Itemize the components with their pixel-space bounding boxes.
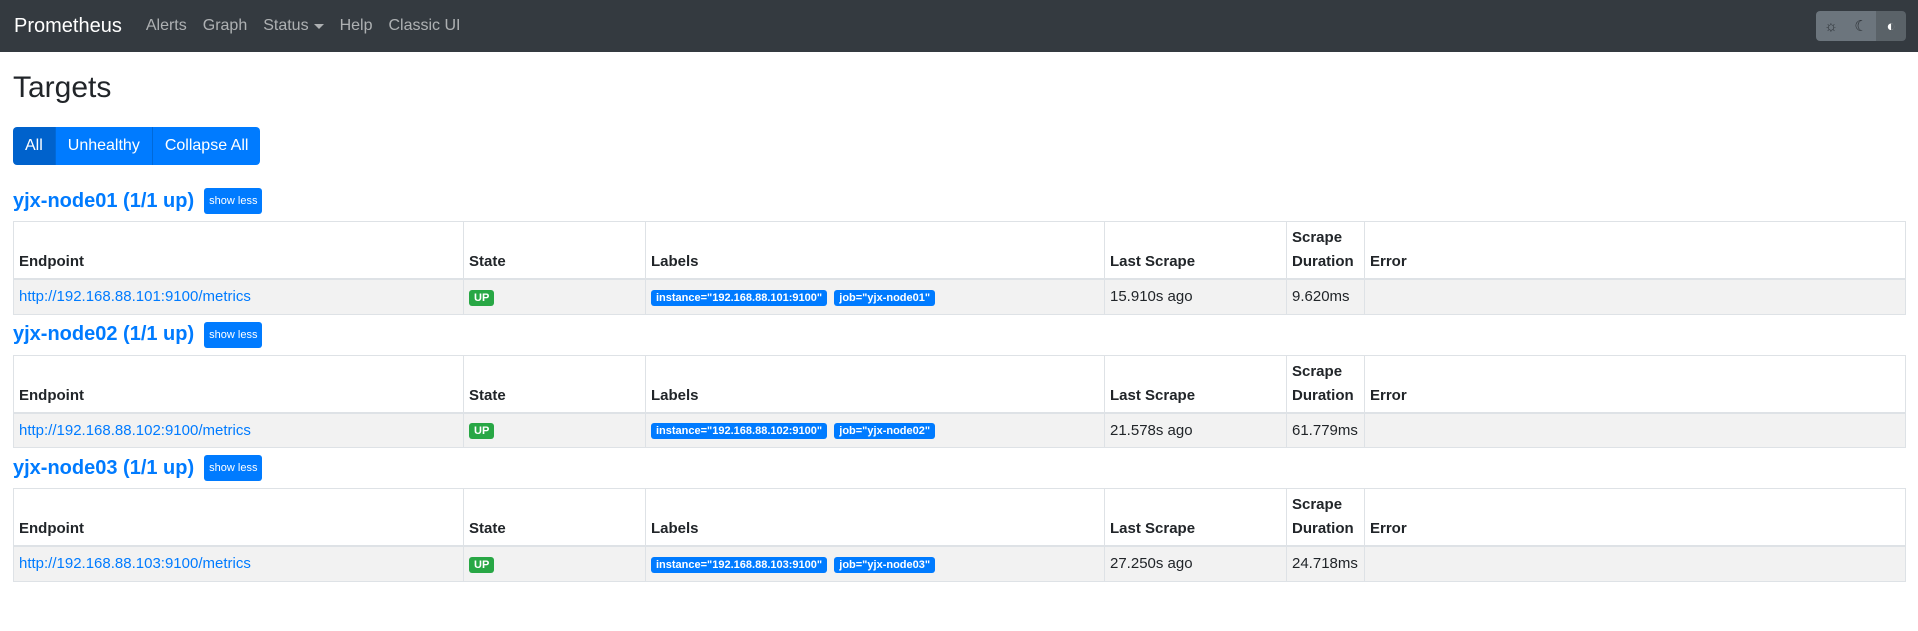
state-cell: UP	[463, 545, 646, 582]
last-scrape-cell: 15.910s ago	[1104, 278, 1287, 315]
state-cell: UP	[463, 412, 646, 448]
auto-theme-button[interactable]: ◐	[1876, 11, 1906, 41]
col-last-scrape: Last Scrape	[1104, 488, 1287, 547]
filter-unhealthy-button[interactable]: Unhealthy	[55, 127, 153, 165]
col-last-scrape: Last Scrape	[1104, 221, 1287, 280]
endpoint-link[interactable]: http://192.168.88.101:9100/metrics	[19, 288, 251, 305]
scrape-pool: yjx-node03 (1/1 up) show less Endpoint S…	[13, 452, 1906, 582]
label-badge-instance: instance="192.168.88.102:9100"	[651, 423, 828, 440]
col-state: State	[463, 488, 646, 547]
endpoint-link[interactable]: http://192.168.88.103:9100/metrics	[19, 555, 251, 572]
duration-cell: 24.718ms	[1286, 545, 1365, 582]
col-scrape-duration-line1: Scrape	[1292, 362, 1343, 380]
pool-title-link[interactable]: yjx-node02 (1/1 up)	[13, 323, 194, 346]
col-endpoint: Endpoint	[13, 221, 464, 280]
pool-title-link[interactable]: yjx-node01 (1/1 up)	[13, 190, 194, 213]
col-last-scrape: Last Scrape	[1104, 354, 1287, 414]
col-scrape-duration: Scrape Duration	[1286, 488, 1365, 547]
nav-status-label: Status	[263, 17, 309, 34]
top-navbar: Prometheus Alerts Graph Status Help Clas…	[0, 0, 1918, 52]
pool-header: yjx-node03 (1/1 up) show less	[13, 452, 1905, 484]
show-less-button[interactable]: show less	[204, 188, 263, 214]
endpoint-cell: http://192.168.88.102:9100/metrics	[13, 412, 464, 448]
col-error: Error	[1364, 221, 1906, 280]
nav-graph[interactable]: Graph	[203, 17, 247, 35]
nav-alerts[interactable]: Alerts	[146, 17, 187, 35]
targets-table: Endpoint State Labels Last Scrape Scrape…	[13, 488, 1906, 582]
col-state: State	[463, 221, 646, 280]
nav-status-dropdown[interactable]: Status	[263, 17, 324, 35]
label-badge-job: job="yjx-node02"	[834, 423, 936, 440]
table-header-row: Endpoint State Labels Last Scrape Scrape…	[13, 488, 1906, 547]
label-badge-job: job="yjx-node01"	[834, 289, 936, 306]
state-badge: UP	[469, 423, 495, 440]
col-scrape-duration-line1: Scrape	[1292, 496, 1343, 513]
show-less-button[interactable]: show less	[204, 321, 263, 348]
state-badge: UP	[469, 289, 495, 306]
labels-cell: instance="192.168.88.102:9100" job="yjx-…	[645, 412, 1105, 448]
labels-cell: instance="192.168.88.103:9100" job="yjx-…	[645, 545, 1105, 582]
pool-header: yjx-node01 (1/1 up) show less	[13, 185, 1905, 217]
error-cell	[1364, 278, 1906, 315]
collapse-all-button[interactable]: Collapse All	[152, 127, 261, 165]
col-endpoint: Endpoint	[13, 354, 464, 414]
table-header-row: Endpoint State Labels Last Scrape Scrape…	[13, 354, 1906, 414]
table-row: http://192.168.88.102:9100/metrics UP in…	[13, 412, 1906, 448]
pool-header: yjx-node02 (1/1 up) show less	[13, 319, 1905, 351]
main-content: Targets All Unhealthy Collapse All yjx-n…	[0, 70, 1918, 582]
page-title: Targets	[13, 71, 112, 104]
label-badge-instance: instance="192.168.88.103:9100"	[651, 556, 828, 573]
moon-icon: ☾	[1854, 18, 1868, 35]
col-scrape-duration-line1: Scrape	[1292, 229, 1343, 246]
col-scrape-duration-line2: Duration	[1292, 386, 1354, 404]
scrape-pool: yjx-node01 (1/1 up) show less Endpoint S…	[13, 185, 1906, 315]
scrape-pool: yjx-node02 (1/1 up) show less Endpoint S…	[13, 319, 1906, 448]
brand-link[interactable]: Prometheus	[14, 15, 122, 38]
filter-button-group: All Unhealthy Collapse All	[13, 127, 261, 165]
label-badge-instance: instance="192.168.88.101:9100"	[651, 289, 828, 306]
caret-down-icon	[313, 23, 324, 29]
error-cell	[1364, 545, 1906, 582]
col-endpoint: Endpoint	[13, 488, 464, 547]
col-labels: Labels	[645, 354, 1105, 414]
last-scrape-cell: 27.250s ago	[1104, 545, 1287, 582]
state-badge: UP	[469, 556, 495, 573]
table-row: http://192.168.88.101:9100/metrics UP in…	[13, 278, 1906, 315]
nav-classic-ui[interactable]: Classic UI	[388, 17, 460, 35]
table-row: http://192.168.88.103:9100/metrics UP in…	[13, 545, 1906, 582]
label-badge-job: job="yjx-node03"	[834, 556, 936, 573]
duration-cell: 61.779ms	[1286, 412, 1365, 448]
contrast-icon: ◐	[1886, 17, 1896, 35]
sun-icon: ☼	[1824, 17, 1838, 35]
pool-title-link[interactable]: yjx-node03 (1/1 up)	[13, 457, 194, 480]
filter-all-button[interactable]: All	[13, 127, 56, 165]
col-labels: Labels	[645, 488, 1105, 547]
col-labels: Labels	[645, 221, 1105, 280]
last-scrape-cell: 21.578s ago	[1104, 412, 1287, 448]
state-cell: UP	[463, 278, 646, 315]
endpoint-cell: http://192.168.88.103:9100/metrics	[13, 545, 464, 582]
table-header-row: Endpoint State Labels Last Scrape Scrape…	[13, 221, 1906, 280]
light-theme-button[interactable]: ☼	[1816, 11, 1846, 41]
show-less-button[interactable]: show less	[204, 455, 263, 481]
targets-table: Endpoint State Labels Last Scrape Scrape…	[13, 354, 1906, 448]
labels-cell: instance="192.168.88.101:9100" job="yjx-…	[645, 278, 1105, 315]
endpoint-cell: http://192.168.88.101:9100/metrics	[13, 278, 464, 315]
endpoint-link[interactable]: http://192.168.88.102:9100/metrics	[19, 422, 251, 439]
duration-cell: 9.620ms	[1286, 278, 1365, 315]
col-error: Error	[1364, 354, 1906, 414]
nav-help[interactable]: Help	[340, 17, 373, 35]
theme-switcher: ☼ ☾ ◐	[1816, 11, 1906, 41]
col-scrape-duration: Scrape Duration	[1286, 221, 1365, 280]
col-scrape-duration: Scrape Duration	[1286, 354, 1365, 414]
col-scrape-duration-line2: Duration	[1292, 253, 1354, 270]
dark-theme-button[interactable]: ☾	[1846, 11, 1876, 41]
error-cell	[1364, 412, 1906, 448]
col-state: State	[463, 354, 646, 414]
col-scrape-duration-line2: Duration	[1292, 520, 1354, 537]
col-error: Error	[1364, 488, 1906, 547]
targets-table: Endpoint State Labels Last Scrape Scrape…	[13, 221, 1906, 315]
